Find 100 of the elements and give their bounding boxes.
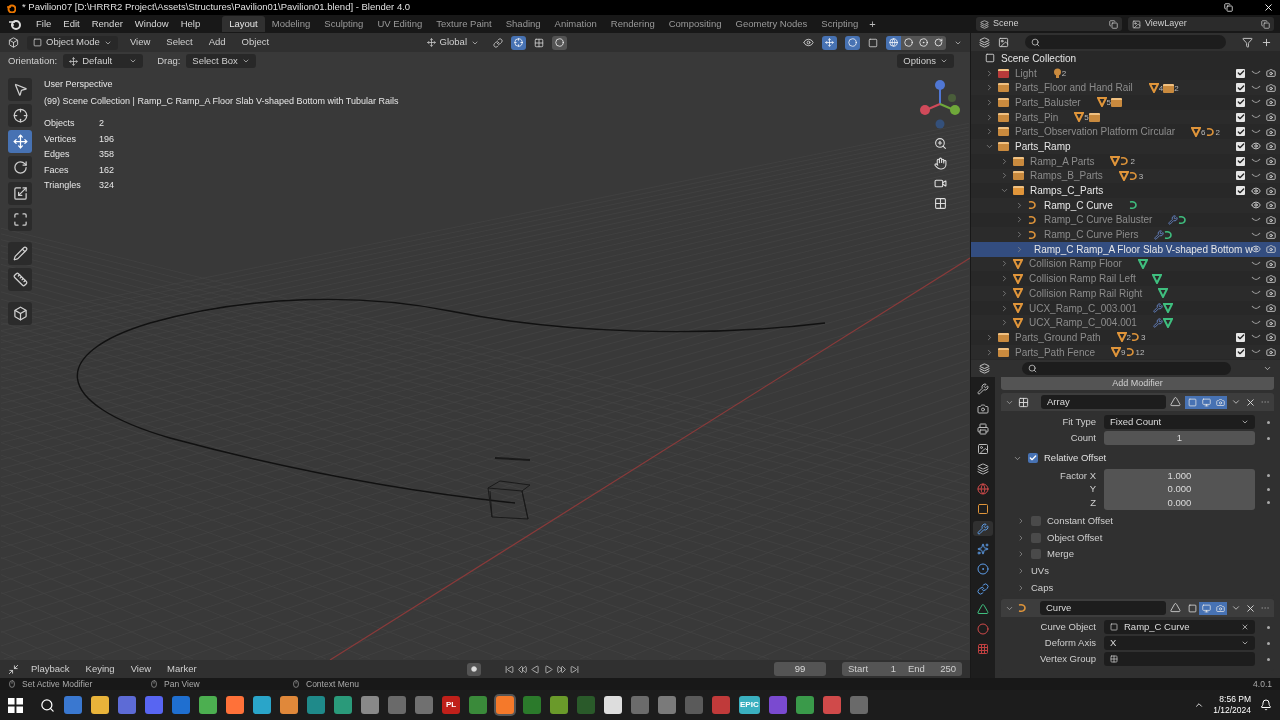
menu-item[interactable]: File	[30, 16, 58, 32]
outliner-item-label[interactable]: Ramp_C Curve Baluster	[1044, 212, 1153, 228]
modifier-header[interactable]: Array	[1001, 393, 1274, 411]
workspace-tab[interactable]: Compositing	[661, 16, 729, 32]
start-frame-field[interactable]: Start 1	[842, 662, 902, 676]
outliner-item-label[interactable]: Parts_Floor and Hand Rail	[1015, 80, 1133, 96]
orientation-dropdown[interactable]: Global	[420, 35, 485, 50]
workspace-tab[interactable]: Geometry Nodes	[728, 16, 815, 32]
workspace-tab[interactable]: Rendering	[603, 16, 662, 32]
subpanel-title[interactable]: Merge	[1047, 547, 1074, 562]
stat-value: 162	[99, 163, 116, 177]
window-title: * Pavilion07 [D:\HRRR2 Project\Assets\Structures\Pavilion01\Pavilion01.blend] - Blender 4.0	[22, 0, 411, 15]
stat-label: Edges	[44, 148, 71, 161]
outliner-item-label[interactable]: Ramps_C_Parts	[1030, 183, 1104, 199]
workspace-tab[interactable]: Texture Paint	[429, 16, 499, 32]
modifier-header[interactable]: Curve	[1001, 599, 1274, 618]
outliner-item-label[interactable]: Ramp_C Curve	[1044, 197, 1113, 213]
child-count: 2	[1130, 158, 1135, 167]
workspace-tab[interactable]: Shading	[498, 16, 548, 32]
subpanel-title[interactable]: Object Offset	[1047, 530, 1103, 545]
outliner-item-label[interactable]: Ramp_A Parts	[1030, 153, 1095, 169]
outliner-item-label[interactable]: Collision Ramp Rail Left	[1029, 271, 1136, 287]
current-frame-field[interactable]: 99	[774, 662, 826, 676]
count-field[interactable]: 1	[1104, 431, 1255, 445]
subpanel-title: Relative Offset	[1044, 450, 1107, 465]
menu-item[interactable]: Object	[237, 35, 274, 50]
child-count: 3	[1138, 172, 1144, 181]
options-dropdown[interactable]: Options	[897, 54, 954, 68]
stat-value: 358	[99, 148, 116, 161]
scene-selector[interactable]: Scene	[976, 17, 1122, 31]
workspace-tab[interactable]: Scripting	[814, 16, 866, 32]
subpanel-title[interactable]: Constant Offset	[1047, 513, 1113, 528]
clock-time: 8:56 PM	[1219, 694, 1251, 705]
outliner-item-label[interactable]: Parts_Ground Path	[1015, 329, 1101, 345]
workspace-tab[interactable]: Animation	[547, 16, 604, 32]
property-label: Deform Axis	[1044, 636, 1096, 651]
factor-field[interactable]: 0.000	[1104, 496, 1255, 510]
outliner-item-label[interactable]: Parts_Baluster	[1015, 94, 1081, 110]
add-workspace-button[interactable]: +	[865, 15, 880, 33]
workspace-tab[interactable]: Modeling	[264, 16, 318, 32]
view-layer-selector[interactable]: ViewLayer	[1128, 17, 1274, 31]
menu-item[interactable]: Select	[162, 35, 197, 50]
menu-item[interactable]: Marker	[163, 661, 201, 677]
child-count: 2	[1174, 84, 1179, 93]
property-label: Z	[1090, 495, 1096, 510]
factor-field[interactable]: 1.000	[1104, 469, 1255, 483]
outliner-item-label[interactable]: Light	[1015, 65, 1037, 81]
fit-type-dropdown[interactable]: Fixed Count	[1104, 415, 1255, 429]
outliner-item-label[interactable]: Scene Collection	[1001, 50, 1077, 66]
workspace-tab[interactable]: UV Editing	[370, 16, 430, 32]
orientation-dropdown[interactable]: Default	[63, 54, 144, 68]
menu-item[interactable]: Window	[128, 16, 175, 32]
outliner-item-label[interactable]: UCX_Ramp_C_004.001	[1029, 315, 1137, 331]
menu-item[interactable]: Render	[85, 16, 129, 32]
app-icon[interactable]: PL	[442, 696, 460, 714]
outliner-item-label[interactable]: Ramp_C Curve Piers	[1044, 227, 1139, 243]
menu-item[interactable]: Help	[174, 16, 207, 32]
modifier-name-field[interactable]: Array	[1041, 395, 1166, 409]
status-hint: Pan View	[164, 677, 200, 691]
outliner-item-label[interactable]: UCX_Ramp_C_003.001	[1029, 300, 1137, 316]
modifier-name-field[interactable]: Curve	[1040, 601, 1166, 616]
stat-label: Triangles	[44, 179, 82, 192]
deform-axis-dropdown[interactable]: X	[1104, 636, 1255, 651]
property-label: Curve Object	[1040, 620, 1096, 635]
add-modifier-button[interactable]: Add Modifier	[1001, 377, 1274, 390]
subpanel-title[interactable]: UVs	[1031, 564, 1049, 579]
menu-item[interactable]: View	[126, 661, 156, 677]
outliner-item-label[interactable]: Ramp_C Ramp_A Floor Slab V-shaped Bottom w	[1034, 241, 1253, 257]
outliner-item-label[interactable]: Parts_Pin	[1015, 109, 1059, 125]
menu-item[interactable]: View	[125, 35, 155, 50]
child-count: 4	[1158, 84, 1164, 93]
stat-label: Vertices	[44, 132, 77, 146]
workspace-tab[interactable]: Sculpting	[317, 16, 371, 32]
child-count: 6	[1201, 128, 1206, 137]
stat-label: Faces	[44, 163, 70, 177]
child-count: 2	[1215, 128, 1220, 137]
drag-dropdown[interactable]: Select Box	[186, 54, 256, 68]
child-count: 12	[1135, 349, 1145, 358]
drag-label: Drag:	[157, 53, 181, 68]
active-object-context: (99) Scene Collection | Ramp_C Ramp_A Floor Slab V-shaped Bottom with Tubular Rails	[44, 94, 399, 108]
mode-dropdown[interactable]: Object Mode	[27, 35, 118, 50]
subpanel-title[interactable]: Caps	[1031, 580, 1054, 596]
outliner-item-label[interactable]: Parts_Path Fence	[1015, 344, 1096, 360]
menu-item[interactable]: Add	[204, 35, 230, 50]
outliner-item-label[interactable]: Ramps_B_Parts	[1030, 168, 1103, 184]
workspace-tab[interactable]: Layout	[222, 16, 265, 32]
menu-item[interactable]: Playback	[27, 661, 74, 677]
property-label: Y	[1089, 482, 1096, 497]
outliner-item-label[interactable]: Parts_Ramp	[1015, 138, 1071, 154]
menu-item[interactable]: Edit	[57, 16, 86, 32]
version-label: 4.0.1	[1253, 677, 1272, 691]
curve-object-field[interactable]: Ramp_C Curve	[1104, 620, 1255, 635]
stat-label: Objects	[44, 117, 76, 130]
menu-item[interactable]: Keying	[81, 661, 119, 677]
outliner-item-label[interactable]: Collision Ramp Floor	[1029, 256, 1122, 272]
end-frame-field[interactable]: End 250	[902, 662, 962, 676]
outliner-item-label[interactable]: Collision Ramp Rail Right	[1029, 285, 1143, 301]
child-count: 2	[1061, 70, 1067, 79]
stat-value: 2	[99, 117, 105, 130]
outliner-item-label[interactable]: Parts_Observation Platform Circular	[1015, 124, 1176, 140]
